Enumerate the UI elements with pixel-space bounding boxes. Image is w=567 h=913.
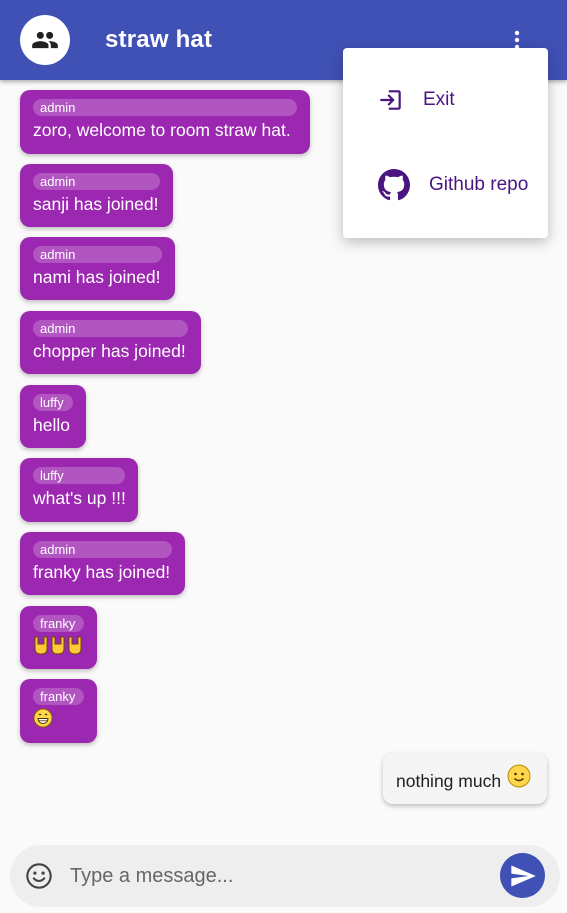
sender-label: franky xyxy=(33,688,84,705)
message-bubble: admin sanji has joined! xyxy=(20,164,173,227)
message-text: sanji has joined! xyxy=(33,194,159,214)
chat-app: straw hat admin zoro, welcome to room st… xyxy=(0,0,567,913)
message-bubble: luffy hello xyxy=(20,385,86,448)
room-avatar[interactable] xyxy=(20,15,70,65)
own-message-text: nothing much xyxy=(396,771,502,791)
emoji-icon xyxy=(26,863,52,889)
sender-label: admin xyxy=(33,541,172,558)
sender-label: franky xyxy=(33,615,84,632)
menu-item-label: Exit xyxy=(423,89,455,110)
sender-label: admin xyxy=(33,320,188,337)
message-bubble: admin nami has joined! xyxy=(20,237,175,300)
menu-item-exit[interactable]: Exit xyxy=(343,70,548,130)
message-bubble: franky xyxy=(20,679,97,743)
emoji-picker-button[interactable] xyxy=(25,862,53,890)
send-button[interactable] xyxy=(500,853,545,898)
room-title: straw hat xyxy=(105,26,213,53)
grinning-face-icon xyxy=(33,708,53,728)
menu-item-label: Github repo xyxy=(429,174,529,195)
exit-icon xyxy=(380,90,401,110)
emoji-row xyxy=(33,635,84,655)
menu-item-github[interactable]: Github repo xyxy=(343,155,548,215)
sender-label: admin xyxy=(33,99,297,116)
sender-label: admin xyxy=(33,173,160,190)
message-text: franky has joined! xyxy=(33,562,171,582)
message-bubble: admin franky has joined! xyxy=(20,532,185,595)
send-icon xyxy=(510,865,536,886)
message-text: hello xyxy=(33,415,70,435)
own-message-bubble: nothing much xyxy=(383,753,547,804)
group-icon xyxy=(32,31,58,49)
sender-label: luffy xyxy=(33,467,125,484)
message-input[interactable] xyxy=(70,857,490,895)
message-composer xyxy=(10,845,560,907)
sender-label: admin xyxy=(33,246,162,263)
message-bubble: luffy what's up !!! xyxy=(20,458,138,522)
message-bubble: admin chopper has joined! xyxy=(20,311,201,374)
sender-label: luffy xyxy=(33,394,73,411)
rock-on-hand-icon xyxy=(68,636,82,655)
message-bubble: franky xyxy=(20,606,97,669)
message-bubble: admin zoro, welcome to room straw hat. xyxy=(20,90,310,154)
github-icon xyxy=(378,169,410,201)
message-text: zoro, welcome to room straw hat. xyxy=(33,120,291,140)
rock-on-hand-icon xyxy=(34,636,48,655)
message-text: what's up !!! xyxy=(33,488,126,508)
emoji-row xyxy=(33,708,84,728)
smiling-face-icon xyxy=(507,764,531,787)
overflow-menu: Exit Github repo xyxy=(343,48,548,238)
rock-on-hand-icon xyxy=(51,636,65,655)
message-text: nami has joined! xyxy=(33,267,161,287)
message-text: chopper has joined! xyxy=(33,341,186,361)
